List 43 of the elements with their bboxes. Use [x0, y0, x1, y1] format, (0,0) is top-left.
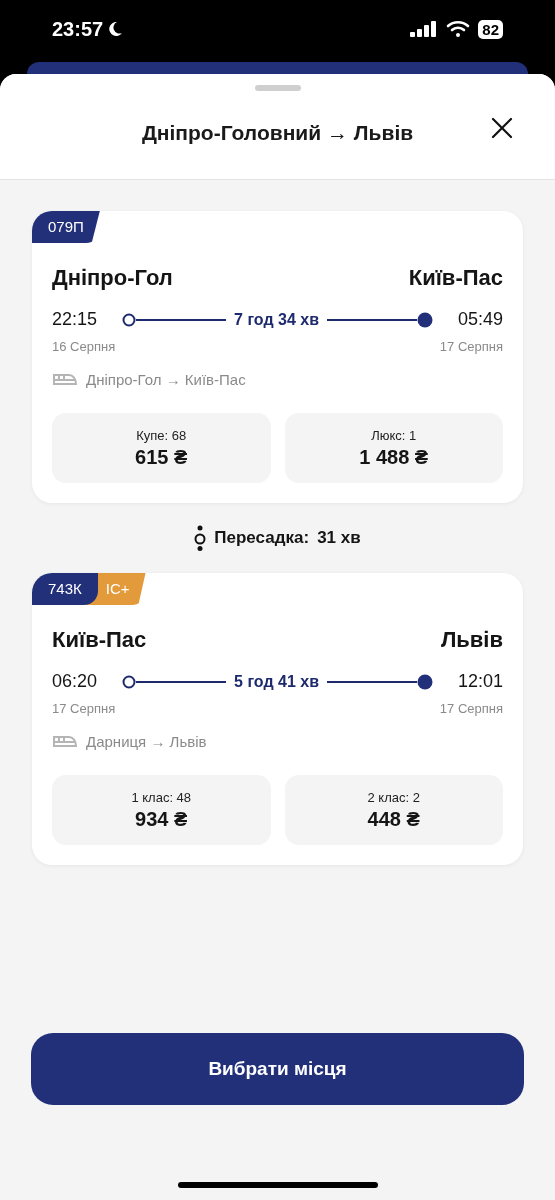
transfer-duration: 31 хв — [317, 527, 361, 550]
train-badge: 743К — [32, 573, 98, 605]
start-point-icon — [122, 312, 136, 327]
train-badge: 079П — [32, 211, 100, 243]
arrival-time: 05:49 — [456, 308, 503, 331]
arrival-station: Львів — [440, 626, 503, 654]
fare-option[interactable]: 1 клас: 48 934 ₴ — [52, 775, 271, 845]
fare-option[interactable]: 2 клас: 2 448 ₴ — [284, 775, 503, 845]
arrival-date: 17 Серпня — [439, 338, 503, 356]
train-route: Дніпро-Гол → Київ-Пас — [86, 369, 246, 390]
trip-duration: 7 год 34 хв — [233, 309, 320, 330]
signal-icon — [410, 21, 439, 37]
moon-icon — [107, 21, 124, 37]
train-card[interactable]: 743К IC+ Київ-Пас Львів 06:20 5 год 41 хв 12:01 17 Серпня 17 Серпня Дарниця → Львів 1 клас: 48 934 ₴ 2 клас: 2 448 ₴ — [32, 573, 523, 865]
departure-date: 16 Серпня — [52, 338, 116, 356]
fare-option[interactable]: Люкс: 1 1 488 ₴ — [284, 413, 503, 483]
close-icon — [491, 117, 513, 139]
arrival-station: Київ-Пас — [408, 264, 503, 292]
sheet-title: Дніпро-Головний → Львів — [141, 120, 414, 146]
fare-option[interactable]: Купе: 68 615 ₴ — [52, 413, 271, 483]
arrival-time: 12:01 — [456, 670, 503, 693]
departure-time: 22:15 — [52, 308, 99, 331]
wifi-icon — [446, 20, 471, 38]
trip-duration: 5 год 41 хв — [233, 671, 320, 692]
train-route: Дарниця → Львів — [86, 731, 207, 752]
departure-station: Київ-Пас — [52, 626, 147, 654]
departure-date: 17 Серпня — [52, 700, 116, 718]
departure-station: Дніпро-Гол — [52, 264, 173, 292]
departure-time: 06:20 — [52, 670, 99, 693]
end-point-icon — [417, 673, 433, 690]
transfer-icon — [194, 525, 207, 551]
train-icon — [52, 733, 78, 750]
home-indicator[interactable] — [178, 1182, 378, 1188]
train-card[interactable]: 079П Дніпро-Гол Київ-Пас 22:15 7 год 34 хв 05:49 16 Серпня 17 Серпня Дніпро-Гол → Київ-Пас Купе: 68 615 ₴ Люкс: 1 1 488 ₴ — [32, 211, 523, 503]
battery-indicator: 82 — [478, 19, 503, 39]
clock-time: 23:57 — [52, 17, 104, 42]
transfer-label: Пересадка: — [214, 527, 310, 550]
arrival-date: 17 Серпня — [439, 700, 503, 718]
end-point-icon — [417, 311, 433, 328]
drag-handle[interactable] — [254, 85, 301, 91]
select-seats-button[interactable]: Вибрати місця — [31, 1033, 524, 1105]
train-icon — [52, 371, 78, 388]
start-point-icon — [122, 674, 136, 689]
